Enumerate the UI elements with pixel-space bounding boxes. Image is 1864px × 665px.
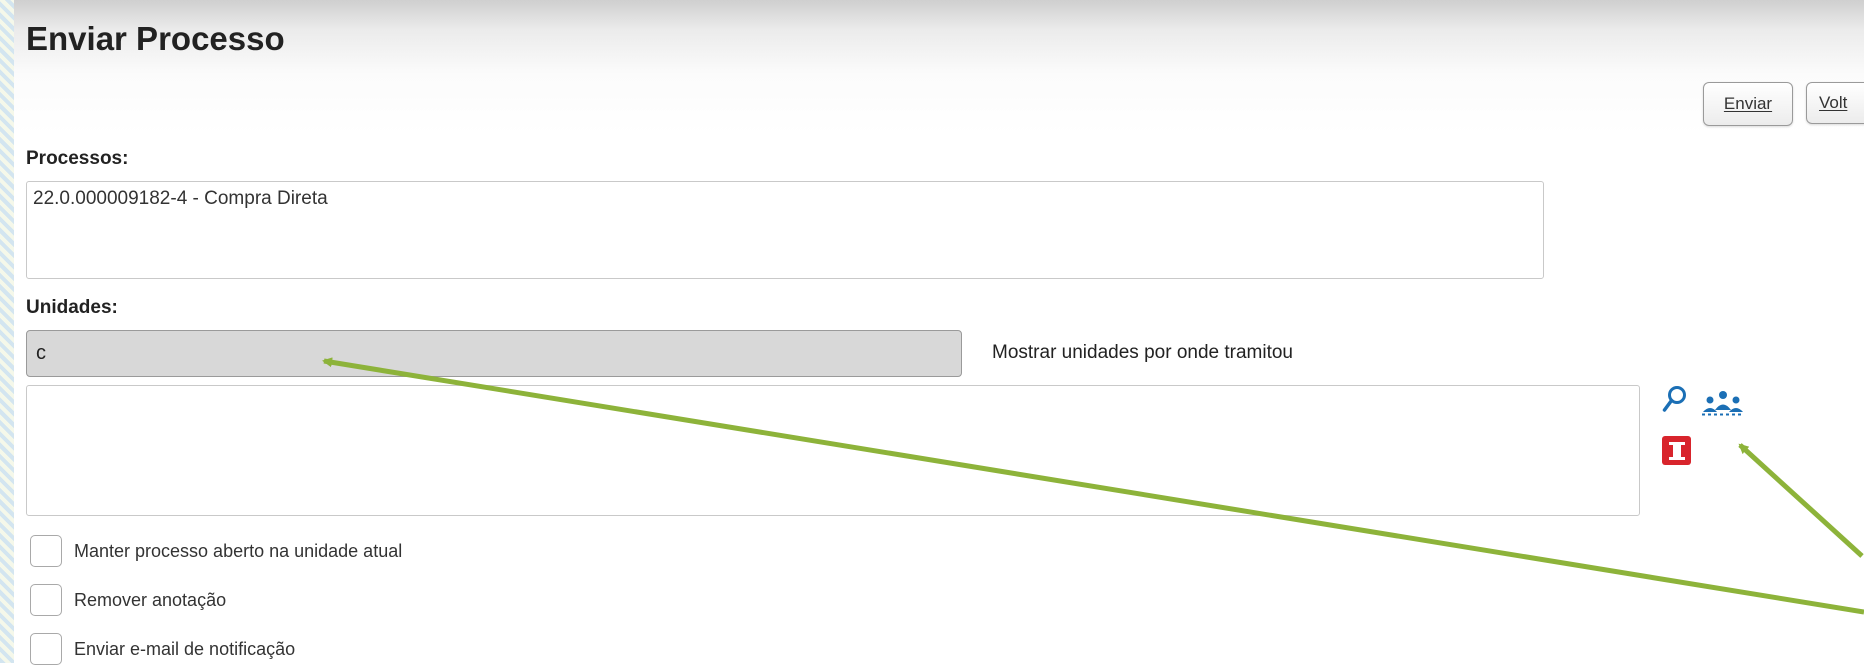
option-label: Enviar e-mail de notificação: [74, 638, 296, 659]
back-button[interactable]: Volt: [1806, 82, 1864, 124]
checkbox[interactable]: [30, 584, 62, 616]
processo-item[interactable]: 22.0.000009182-4 - Compra Direta: [33, 188, 328, 210]
checkbox[interactable]: [30, 633, 62, 665]
header-band: [14, 0, 1864, 135]
send-button[interactable]: Enviar: [1703, 82, 1793, 126]
option-label: Remover anotação: [74, 589, 227, 610]
option-send-email[interactable]: Enviar e-mail de notificação: [30, 633, 295, 665]
processos-list: 22.0.000009182-4 - Compra Direta: [26, 181, 1544, 279]
unidades-label: Unidades:: [26, 297, 118, 318]
left-decorative-border: [0, 0, 14, 663]
unidades-selected-list[interactable]: [26, 385, 1640, 516]
show-routed-units-link[interactable]: Mostrar unidades por onde tramitou: [992, 342, 1293, 364]
processos-label: Processos:: [26, 148, 129, 169]
group-icon[interactable]: [1701, 390, 1745, 416]
unidades-search-input[interactable]: [26, 330, 962, 377]
option-label: Manter processo aberto na unidade atual: [74, 540, 403, 561]
checkbox[interactable]: [30, 535, 62, 567]
annotation-arrow: [1738, 443, 1864, 558]
search-icon[interactable]: [1662, 385, 1688, 413]
option-remove-annotation[interactable]: Remover anotação: [30, 584, 226, 616]
option-keep-open[interactable]: Manter processo aberto na unidade atual: [30, 535, 402, 567]
remove-unit-icon[interactable]: [1662, 436, 1691, 465]
page-title: Enviar Processo: [26, 20, 285, 57]
